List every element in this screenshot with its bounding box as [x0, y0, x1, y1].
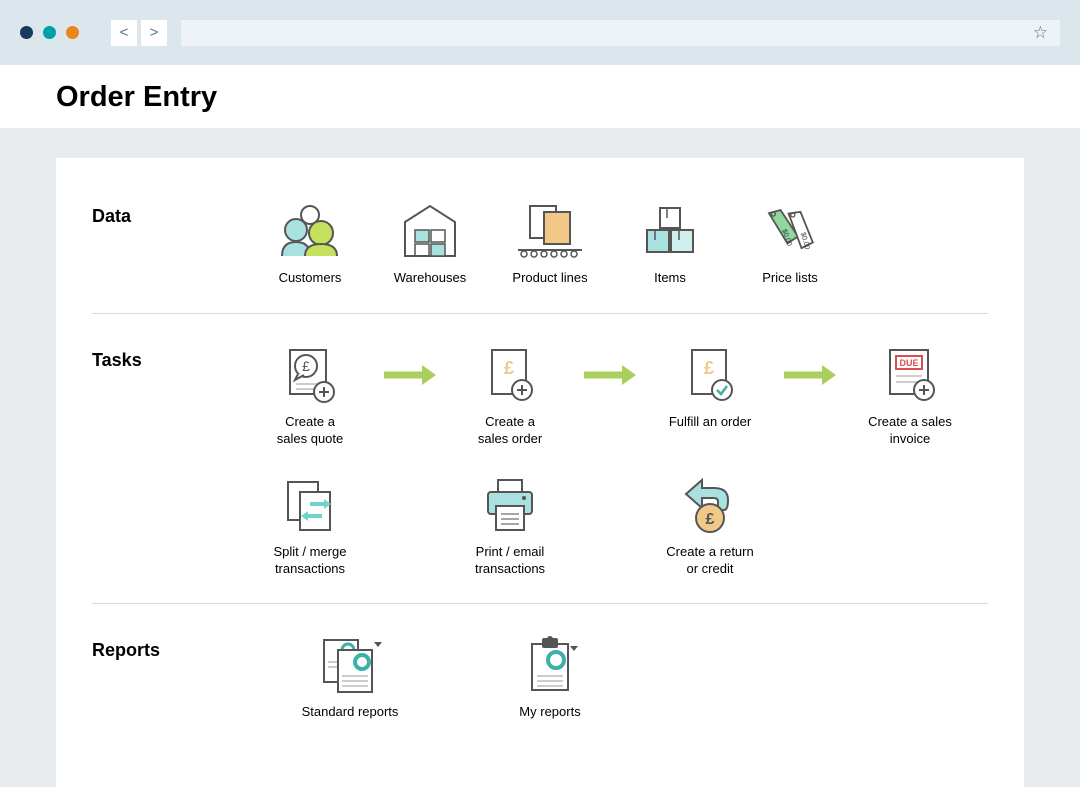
customers-icon [270, 200, 350, 262]
tile-label: Split / merge transactions [274, 544, 347, 578]
return-credit-icon: £ [670, 474, 750, 536]
tile-label: Customers [279, 270, 342, 287]
product-lines-icon [510, 200, 590, 262]
tile-split-merge-transactions[interactable]: Split / merge transactions [250, 474, 370, 578]
items-icon [630, 200, 710, 262]
section-body-reports: Standard reports [250, 634, 988, 721]
forward-button[interactable]: > [141, 20, 167, 46]
svg-text:DUE: DUE [899, 358, 918, 368]
my-reports-icon [510, 634, 590, 696]
tile-label: Items [654, 270, 686, 287]
svg-text:£: £ [704, 358, 714, 378]
content-wrapper: Data Customers [0, 128, 1080, 787]
page-header: Order Entry [0, 65, 1080, 128]
warehouses-icon [390, 200, 470, 262]
sales-quote-icon: £ [270, 344, 350, 406]
tile-label: Fulfill an order [669, 414, 751, 431]
section-reports: Reports [92, 603, 988, 747]
tile-create-sales-invoice[interactable]: DUE Create a sales invoice [850, 344, 970, 448]
tile-label: Product lines [512, 270, 587, 287]
tile-label: Create a sales order [478, 414, 542, 448]
flow-arrow-icon [770, 344, 850, 406]
tile-standard-reports[interactable]: Standard reports [250, 634, 450, 721]
tile-my-reports[interactable]: My reports [450, 634, 650, 721]
main-panel: Data Customers [56, 158, 1024, 787]
split-merge-icon [270, 474, 350, 536]
data-row: Customers Warehouses [250, 200, 988, 287]
tile-label: Create a return or credit [666, 544, 753, 578]
tasks-row-1: £ Create a sales quote [250, 344, 988, 448]
svg-text:£: £ [302, 358, 310, 374]
tile-product-lines[interactable]: Product lines [490, 200, 610, 287]
tile-label: My reports [519, 704, 580, 721]
flow-arrow-icon [570, 344, 650, 406]
browser-bar: < > ☆ [0, 0, 1080, 65]
flow-arrow-icon [370, 344, 450, 406]
bookmark-star-icon[interactable]: ☆ [1033, 23, 1048, 43]
window-dot [20, 26, 33, 39]
fulfill-order-icon: £ [670, 344, 750, 406]
window-dot [43, 26, 56, 39]
section-label-tasks: Tasks [92, 344, 250, 371]
tile-label: Price lists [762, 270, 818, 287]
section-label-data: Data [92, 200, 250, 227]
svg-text:£: £ [706, 511, 715, 528]
tile-print-email-transactions[interactable]: Print / email transactions [450, 474, 570, 578]
svg-text:£: £ [504, 358, 514, 378]
window-dot [66, 26, 79, 39]
tasks-row-2: Split / merge transactions [250, 474, 988, 578]
section-body-tasks: £ Create a sales quote [250, 344, 988, 578]
tile-label: Warehouses [394, 270, 467, 287]
tile-items[interactable]: Items [610, 200, 730, 287]
tile-label: Create a sales invoice [868, 414, 952, 448]
section-data: Data Customers [92, 190, 988, 313]
tile-label: Print / email transactions [475, 544, 545, 578]
sales-invoice-icon: DUE [870, 344, 950, 406]
standard-reports-icon [310, 634, 390, 696]
window-controls [20, 26, 79, 39]
browser-nav-buttons: < > [111, 20, 167, 46]
tile-price-lists[interactable]: $0.00 $0.00 Price lists [730, 200, 850, 287]
url-bar[interactable]: ☆ [181, 20, 1060, 46]
reports-row: Standard reports [250, 634, 988, 721]
tile-label: Standard reports [302, 704, 399, 721]
section-body-data: Customers Warehouses [250, 200, 988, 287]
tile-warehouses[interactable]: Warehouses [370, 200, 490, 287]
tile-create-sales-quote[interactable]: £ Create a sales quote [250, 344, 370, 448]
section-label-reports: Reports [92, 634, 250, 661]
print-email-icon [470, 474, 550, 536]
section-tasks: Tasks £ [92, 313, 988, 604]
back-button[interactable]: < [111, 20, 137, 46]
tile-create-return-credit[interactable]: £ Create a return or credit [650, 474, 770, 578]
tile-create-sales-order[interactable]: £ Create a sales order [450, 344, 570, 448]
tile-label: Create a sales quote [277, 414, 344, 448]
tile-fulfill-order[interactable]: £ Fulfill an order [650, 344, 770, 431]
sales-order-icon: £ [470, 344, 550, 406]
price-lists-icon: $0.00 $0.00 [750, 200, 830, 262]
page-title: Order Entry [56, 81, 1024, 114]
tile-customers[interactable]: Customers [250, 200, 370, 287]
